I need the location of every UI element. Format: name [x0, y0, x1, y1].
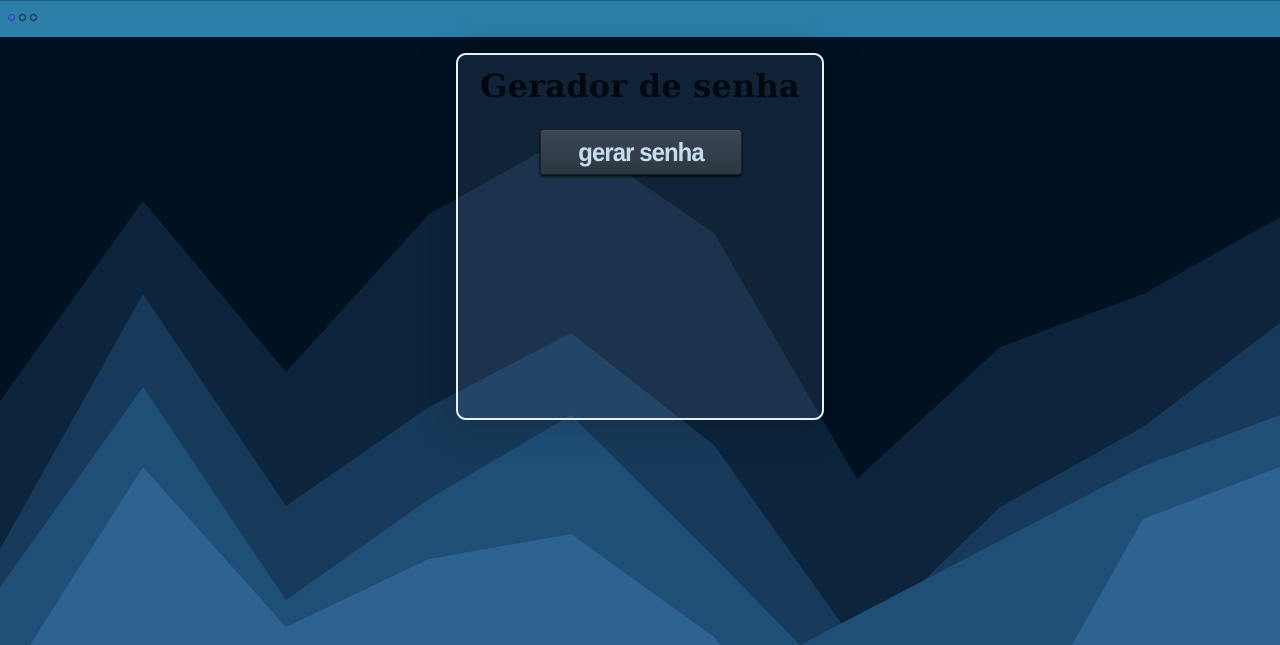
maximize-dot-icon[interactable]	[30, 14, 37, 21]
window-controls	[8, 14, 37, 21]
close-dot-icon[interactable]	[8, 14, 15, 21]
password-generator-card: Gerador de senha gerar senha	[456, 53, 824, 420]
generate-password-button[interactable]: gerar senha	[539, 129, 743, 175]
window-titlebar	[0, 0, 1280, 37]
minimize-dot-icon[interactable]	[19, 14, 26, 21]
page-title: Gerador de senha	[480, 67, 800, 105]
